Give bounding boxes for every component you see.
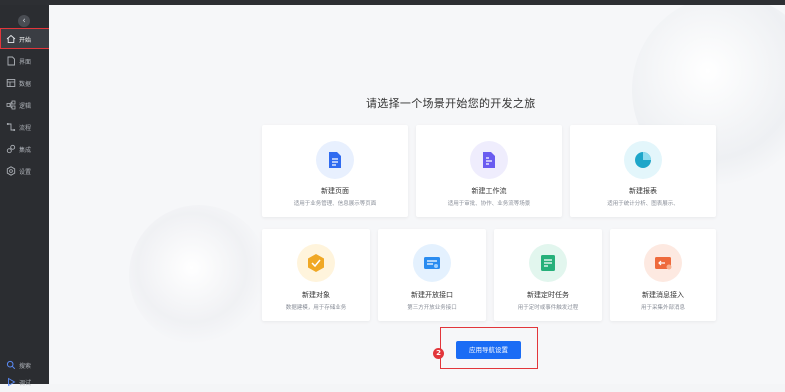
card-new-message-access[interactable]: 新建消息接入 用于采集外部消息 <box>610 229 716 321</box>
sidebar-item-logic[interactable]: 逻辑 <box>0 95 49 115</box>
sidebar-item-label: 数据 <box>19 80 32 88</box>
card-new-open-api[interactable]: 新建开放接口 第三方开放业务接口 <box>378 229 486 321</box>
sidebar-item-data[interactable]: 数据 <box>0 73 49 93</box>
document-icon <box>316 141 354 179</box>
api-icon <box>413 244 451 282</box>
step-badge-2: 2 <box>433 348 444 359</box>
sidebar-item-label: 逻辑 <box>19 102 32 110</box>
table-icon <box>6 78 16 88</box>
sidebar-item-label: 流程 <box>19 124 32 132</box>
process-icon <box>6 122 16 132</box>
card-description: 数据建模，用于存储业务 <box>285 305 347 311</box>
highlight-box-nav-settings <box>440 327 538 369</box>
card-title: 新建页面 <box>321 187 349 195</box>
chart-icon <box>624 141 662 179</box>
sidebar-item-label: 调试 <box>19 379 32 387</box>
card-new-workflow[interactable]: 新建工作流 适用于审批、协作、业务流等场景 <box>416 125 562 217</box>
background-decoration <box>129 205 269 345</box>
card-description: 第三方开放业务接口 <box>407 305 457 311</box>
highlight-box-start <box>0 28 56 49</box>
schedule-icon <box>529 244 567 282</box>
sidebar-item-label: 界面 <box>19 58 32 66</box>
card-title: 新建对象 <box>302 291 330 299</box>
card-title: 新建定时任务 <box>527 291 569 299</box>
card-title: 新建开放接口 <box>411 291 453 299</box>
sidebar-item-settings[interactable]: 设置 <box>0 161 49 181</box>
card-new-page[interactable]: 新建页面 适用于业务管理、信息展示等页面 <box>262 125 408 217</box>
sidebar-item-label: 集成 <box>19 146 32 154</box>
sidebar: ‹ 开始 界面 数据 逻辑 流程 集成 设置 搜索 调试 <box>0 5 49 387</box>
gear-icon <box>6 166 16 176</box>
sidebar-item-interface[interactable]: 界面 <box>0 51 49 71</box>
sidebar-item-integration[interactable]: 集成 <box>0 139 49 159</box>
object-icon <box>297 244 335 282</box>
flow-icon <box>6 100 16 110</box>
sidebar-item-debug[interactable]: 调试 <box>0 372 49 392</box>
card-title: 新建报表 <box>629 187 657 195</box>
search-icon <box>6 360 16 370</box>
sidebar-item-label: 设置 <box>19 168 32 176</box>
card-new-object[interactable]: 新建对象 数据建模，用于存储业务 <box>262 229 370 321</box>
card-description: 用于采集外部消息 <box>640 305 685 311</box>
card-description: 适用于统计分析、图表展示、 <box>607 201 679 207</box>
card-description: 适用于业务管理、信息展示等页面 <box>293 201 377 207</box>
card-title: 新建工作流 <box>471 187 507 195</box>
debug-icon <box>6 377 16 387</box>
link-icon <box>6 144 16 154</box>
card-description: 适用于审批、协作、业务流等场景 <box>447 201 531 207</box>
collapse-sidebar-button[interactable]: ‹ <box>18 15 30 27</box>
page-icon <box>6 56 16 66</box>
card-new-report[interactable]: 新建报表 适用于统计分析、图表展示、 <box>570 125 716 217</box>
workflow-icon <box>470 141 508 179</box>
message-icon <box>644 244 682 282</box>
sidebar-item-label: 搜索 <box>19 362 32 370</box>
card-description: 用于定时或事件触发过程 <box>517 305 579 311</box>
sidebar-item-process[interactable]: 流程 <box>0 117 49 137</box>
card-new-scheduled-task[interactable]: 新建定时任务 用于定时或事件触发过程 <box>494 229 602 321</box>
card-title: 新建消息接入 <box>642 291 684 299</box>
page-heading: 请选择一个场景开始您的开发之旅 <box>366 97 536 110</box>
